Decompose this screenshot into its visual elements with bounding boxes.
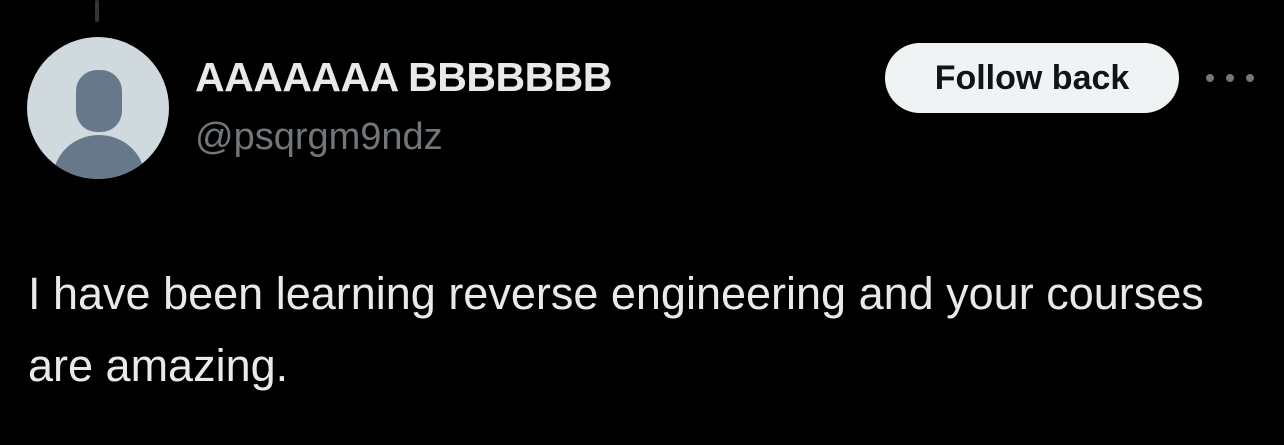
more-horizontal-icon (1206, 74, 1214, 82)
avatar[interactable] (27, 37, 169, 179)
more-options-button[interactable] (1206, 63, 1254, 93)
thread-connector-line (95, 0, 99, 22)
tweet-text: I have been learning reverse engineering… (28, 268, 1204, 391)
author-handle[interactable]: @psqrgm9ndz (195, 116, 443, 159)
author-display-name[interactable]: AAAAAAA BBBBBBB (195, 54, 612, 101)
more-horizontal-icon (1246, 74, 1254, 82)
default-avatar-icon (53, 70, 145, 179)
more-horizontal-icon (1226, 74, 1234, 82)
follow-back-button[interactable]: Follow back (885, 43, 1179, 113)
